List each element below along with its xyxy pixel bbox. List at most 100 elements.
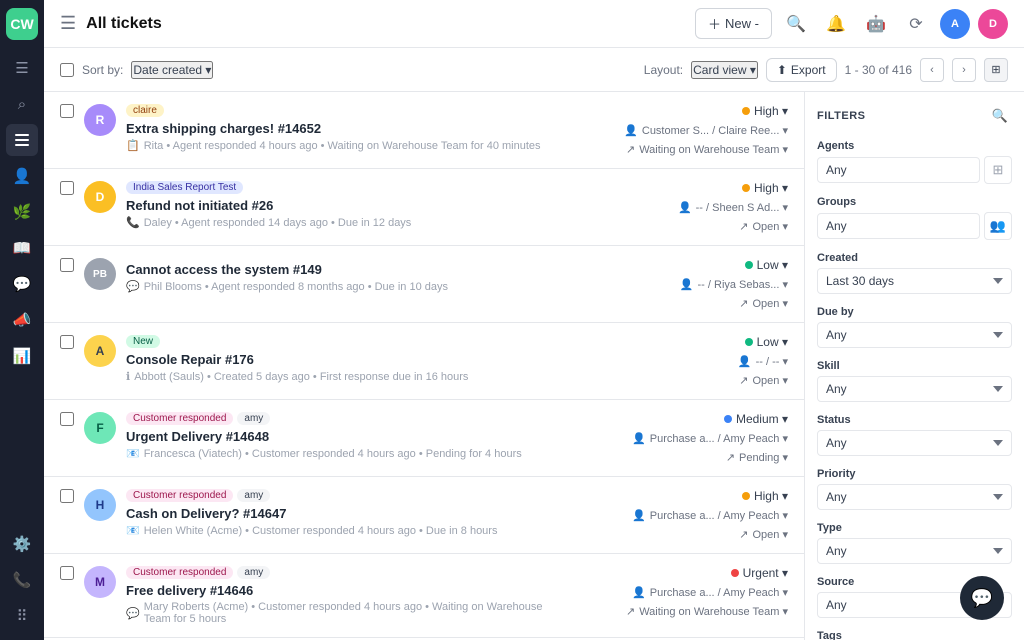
ticket-checkbox[interactable]: [60, 258, 74, 272]
sort-button[interactable]: Date created ▾: [131, 61, 213, 79]
sidebar-item-apps[interactable]: ⠿: [6, 600, 38, 632]
assign-row[interactable]: 👤 Purchase a... / Amy Peach ▾: [632, 509, 788, 522]
filter-status-select[interactable]: Any: [817, 430, 1012, 456]
filter-created-select[interactable]: Last 30 days Today This week: [817, 268, 1012, 294]
assign-row[interactable]: 👤 -- / Sheen S Ad... ▾: [678, 201, 788, 214]
ticket-title[interactable]: Extra shipping charges! #14652: [126, 121, 558, 136]
status-row[interactable]: ↗ Waiting on Warehouse Team ▾: [626, 605, 788, 618]
next-page-button[interactable]: ›: [952, 58, 976, 82]
filter-groups-extra-btn[interactable]: 👥: [984, 212, 1012, 240]
ticket-title[interactable]: Cannot access the system #149: [126, 262, 558, 277]
app-logo[interactable]: CW: [6, 8, 38, 40]
sidebar-item-kb[interactable]: 📖: [6, 232, 38, 264]
table-row: PB Cannot access the system #149 💬 Phil …: [44, 246, 804, 323]
ticket-tags: Customer responded amy: [126, 489, 558, 502]
status-row[interactable]: ↗ Open ▾: [739, 297, 788, 310]
tag[interactable]: amy: [237, 412, 270, 425]
table-row: M Customer responded amy Free delivery #…: [44, 554, 804, 638]
sidebar-item-phone[interactable]: 📞: [6, 564, 38, 596]
status-row[interactable]: ↗ Open ▾: [739, 220, 788, 233]
avatar: M: [84, 566, 116, 598]
sort-by-label: Sort by:: [82, 63, 123, 77]
sidebar-item-search[interactable]: ⌕: [6, 88, 38, 120]
select-all-checkbox[interactable]: [60, 63, 74, 77]
filter-agents-extra-btn[interactable]: ⊞: [984, 156, 1012, 184]
tag[interactable]: amy: [237, 566, 270, 579]
priority-badge[interactable]: Urgent ▾: [731, 566, 788, 580]
ticket-checkbox[interactable]: [60, 489, 74, 503]
priority-badge[interactable]: Low ▾: [745, 258, 788, 272]
filter-dueby-select[interactable]: Any: [817, 322, 1012, 348]
filters-header: FILTERS 🔍: [817, 104, 1012, 128]
refresh-icon[interactable]: ⟳: [900, 8, 932, 40]
sidebar-item-menu[interactable]: ☰: [6, 52, 38, 84]
export-label: Export: [791, 63, 826, 77]
meta-icon: 📧: [126, 447, 140, 460]
priority-badge[interactable]: Medium ▾: [724, 412, 788, 426]
status-row[interactable]: ↗ Open ▾: [739, 528, 788, 541]
tag[interactable]: New: [126, 335, 160, 348]
ticket-title[interactable]: Cash on Delivery? #14647: [126, 506, 558, 521]
tag[interactable]: Customer responded: [126, 412, 233, 425]
ticket-checkbox[interactable]: [60, 181, 74, 195]
ticket-title[interactable]: Urgent Delivery #14648: [126, 429, 558, 444]
ticket-checkbox[interactable]: [60, 566, 74, 580]
meta-icon: 💬: [126, 607, 140, 620]
filter-priority-select[interactable]: Any: [817, 484, 1012, 510]
chat-fab-button[interactable]: 💬: [960, 576, 1004, 620]
priority-badge[interactable]: Low ▾: [745, 335, 788, 349]
filter-groups-select[interactable]: Any: [817, 213, 980, 239]
sidebar-item-analytics[interactable]: 📊: [6, 340, 38, 372]
filter-type-select[interactable]: Any: [817, 538, 1012, 564]
filter-skill-select[interactable]: Any: [817, 376, 1012, 402]
layout-label: Layout:: [644, 63, 683, 77]
tag[interactable]: India Sales Report Test: [126, 181, 243, 194]
user-avatar-d[interactable]: D: [978, 9, 1008, 39]
ticket-checkbox[interactable]: [60, 104, 74, 118]
tag[interactable]: claire: [126, 104, 164, 117]
ticket-title[interactable]: Console Repair #176: [126, 352, 558, 367]
assign-row[interactable]: 👤 Customer S... / Claire Ree... ▾: [624, 124, 788, 137]
ticket-tags: claire: [126, 104, 558, 117]
ticket-title[interactable]: Free delivery #14646: [126, 583, 558, 598]
tag[interactable]: Customer responded: [126, 489, 233, 502]
assign-row[interactable]: 👤 Purchase a... / Amy Peach ▾: [632, 432, 788, 445]
layout-button[interactable]: Card view ▾: [691, 61, 758, 79]
assign-row[interactable]: 👤 -- / Riya Sebas... ▾: [680, 278, 788, 291]
integrations-icon[interactable]: 🤖: [860, 8, 892, 40]
status-row[interactable]: ↗ Pending ▾: [726, 451, 788, 464]
priority-badge[interactable]: High ▾: [742, 104, 788, 118]
prev-page-button[interactable]: ‹: [920, 58, 944, 82]
assign-row[interactable]: 👤 Purchase a... / Amy Peach ▾: [632, 586, 788, 599]
ticket-meta: 💬 Phil Blooms • Agent responded 8 months…: [126, 280, 558, 293]
sidebar-item-reports[interactable]: 🌿: [6, 196, 38, 228]
sidebar-item-settings[interactable]: ⚙️: [6, 528, 38, 560]
priority-badge[interactable]: High ▾: [742, 489, 788, 503]
search-icon[interactable]: 🔍: [780, 8, 812, 40]
ticket-checkbox[interactable]: [60, 412, 74, 426]
sidebar-item-chat[interactable]: 💬: [6, 268, 38, 300]
assign-row[interactable]: 👤 -- / -- ▾: [738, 355, 788, 368]
notifications-icon[interactable]: 🔔: [820, 8, 852, 40]
status-icon: ↗: [739, 220, 748, 233]
meta-text: Abbott (Sauls) • Created 5 days ago • Fi…: [134, 371, 468, 383]
new-button[interactable]: ＋ New -: [695, 8, 772, 39]
filter-search-icon[interactable]: 🔍: [988, 104, 1012, 128]
status-row[interactable]: ↗ Waiting on Warehouse Team ▾: [626, 143, 788, 156]
filter-agents-select[interactable]: Any: [817, 157, 980, 183]
menu-icon[interactable]: ☰: [60, 13, 76, 34]
ticket-tags: Customer responded amy: [126, 566, 558, 579]
priority-badge[interactable]: High ▾: [742, 181, 788, 195]
sidebar-item-tickets[interactable]: [6, 124, 38, 156]
tag[interactable]: Customer responded: [126, 566, 233, 579]
ticket-title[interactable]: Refund not initiated #26: [126, 198, 558, 213]
status-row[interactable]: ↗ Open ▾: [739, 374, 788, 387]
user-avatar[interactable]: A: [940, 9, 970, 39]
ticket-meta: 📞 Daley • Agent responded 14 days ago • …: [126, 216, 558, 229]
export-button[interactable]: ⬆ Export: [766, 58, 837, 82]
sidebar-item-campaigns[interactable]: 📣: [6, 304, 38, 336]
tag[interactable]: amy: [237, 489, 270, 502]
grid-view-button[interactable]: ⊞: [984, 58, 1008, 82]
sidebar-item-contacts[interactable]: 👤: [6, 160, 38, 192]
ticket-checkbox[interactable]: [60, 335, 74, 349]
